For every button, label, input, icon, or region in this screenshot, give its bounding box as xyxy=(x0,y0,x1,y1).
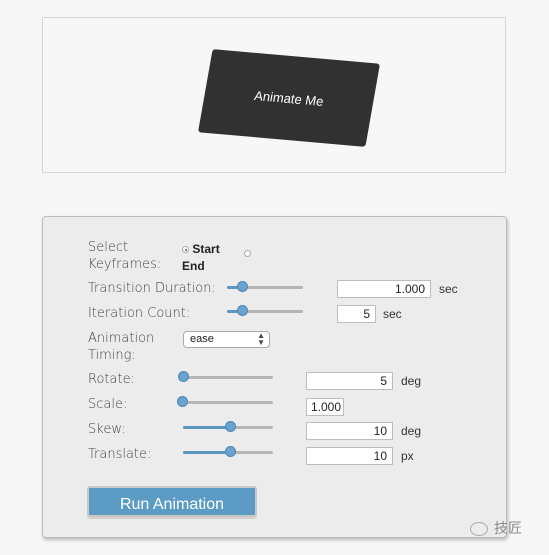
radio-end-button-wrap[interactable] xyxy=(244,246,251,260)
run-animation-button[interactable]: Run Animation xyxy=(87,486,257,517)
animate-me-label: Animate Me xyxy=(253,87,325,109)
preview-stage: Animate Me xyxy=(42,17,506,173)
radio-start-button[interactable] xyxy=(182,246,189,254)
radio-end-label[interactable]: End xyxy=(182,259,205,273)
animation-timing-select[interactable]: ease ▲ ▼ xyxy=(183,331,270,348)
skew-label: Skew: xyxy=(88,422,126,437)
slider-thumb[interactable] xyxy=(178,371,189,382)
keyframes-label: Select Keyframes: xyxy=(88,240,162,272)
scale-label: Scale: xyxy=(88,397,128,412)
transition-duration-unit: sec xyxy=(439,282,458,296)
rotate-input[interactable]: 5 xyxy=(306,372,393,390)
animate-me-box[interactable]: Animate Me xyxy=(197,49,381,147)
slider-thumb[interactable] xyxy=(224,446,236,457)
iteration-count-unit: sec xyxy=(383,307,402,321)
controls-panel: Select Keyframes: Start End Transition D… xyxy=(42,216,507,538)
radio-start[interactable]: Start xyxy=(182,242,220,256)
translate-unit: px xyxy=(401,449,414,463)
slider-thumb[interactable] xyxy=(177,396,188,407)
iteration-count-input[interactable]: 5 xyxy=(337,305,376,323)
iteration-count-slider[interactable] xyxy=(227,305,303,317)
transition-duration-input[interactable]: 1.000 xyxy=(337,280,431,298)
select-arrows-icon: ▲ ▼ xyxy=(257,331,265,347)
wechat-icon xyxy=(470,522,488,537)
rotate-slider[interactable] xyxy=(178,371,273,383)
skew-input[interactable]: 10 xyxy=(306,422,393,440)
animation-timing-label: Animation Timing: xyxy=(88,331,155,363)
slider-thumb[interactable] xyxy=(237,305,249,316)
radio-end-button[interactable] xyxy=(244,250,251,258)
skew-slider[interactable] xyxy=(183,421,273,433)
rotate-unit: deg xyxy=(401,374,422,388)
iteration-count-label: Iteration Count: xyxy=(88,306,191,321)
transition-duration-label: Transition Duration: xyxy=(88,281,216,296)
slider-thumb[interactable] xyxy=(224,421,236,432)
translate-slider[interactable] xyxy=(183,446,273,458)
scale-slider[interactable] xyxy=(177,396,273,408)
rotate-label: Rotate: xyxy=(88,372,135,387)
translate-input[interactable]: 10 xyxy=(306,447,393,465)
translate-label: Translate: xyxy=(88,447,152,462)
skew-unit: deg xyxy=(401,424,422,438)
watermark: 技匠 xyxy=(470,518,522,538)
scale-input[interactable]: 1.000 xyxy=(306,398,344,416)
transition-duration-slider[interactable] xyxy=(227,281,303,293)
slider-thumb[interactable] xyxy=(237,281,249,292)
